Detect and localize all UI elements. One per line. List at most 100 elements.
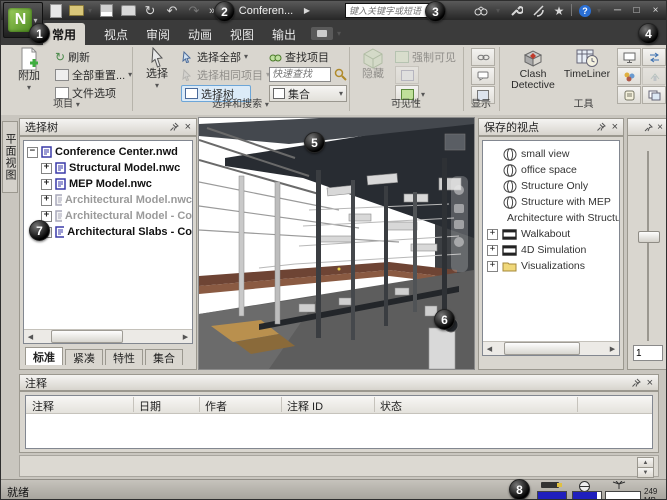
undo-button[interactable]: ↶ (163, 2, 181, 19)
links-button[interactable] (471, 48, 495, 66)
horizontal-scrollbar[interactable]: ◀ ▶ (24, 329, 192, 343)
batch-utility-button[interactable] (642, 67, 666, 85)
expand-icon[interactable]: + (487, 229, 498, 240)
tab-view[interactable]: 视图 (221, 23, 263, 45)
close-button[interactable]: × (647, 3, 664, 17)
find-dropdown-caret[interactable]: ▾ (493, 2, 503, 19)
scroll-left-icon[interactable]: ◀ (24, 330, 37, 343)
tilt-value-input[interactable] (633, 345, 663, 361)
slider-handle[interactable] (638, 231, 660, 243)
minimize-button[interactable]: ─ (609, 3, 626, 17)
quick-find-input[interactable] (269, 67, 331, 82)
expand-icon[interactable]: + (487, 261, 498, 272)
plan-view-side-tab[interactable]: 平面视图 (2, 121, 18, 193)
tree-tab-compact[interactable]: 紧凑 (65, 349, 103, 365)
comments-panel-title[interactable]: 注释 × (19, 374, 659, 391)
select-all-button[interactable]: 选择全部▾ (181, 49, 248, 64)
compare-button[interactable] (642, 48, 666, 66)
expand-icon[interactable]: + (41, 163, 52, 174)
collapse-icon[interactable]: − (27, 147, 38, 158)
options-button[interactable] (506, 2, 526, 19)
redo-button[interactable]: ↷ (185, 2, 203, 19)
refresh-button[interactable]: ↻ (141, 2, 159, 19)
new-file-button[interactable] (47, 2, 65, 19)
tree-item[interactable]: + Architectural Slabs - Co (27, 224, 192, 240)
tilt-bar-title[interactable]: × (628, 119, 666, 136)
pin-icon[interactable] (631, 378, 641, 388)
pin-icon[interactable] (644, 123, 653, 132)
tree-item[interactable]: + Architectural Model.nwc (27, 192, 192, 208)
caret-down-icon[interactable]: ▾ (337, 29, 341, 38)
viewpoint-item[interactable]: office space (487, 162, 619, 178)
comments-table[interactable]: 注释 日期 作者 注释 ID 状态 (25, 395, 653, 449)
maximize-button[interactable]: □ (628, 3, 645, 17)
tree-tab-sets[interactable]: 集合 (145, 349, 183, 365)
select-button[interactable]: 选择▾ (139, 47, 175, 97)
saved-viewpoints-panel-title[interactable]: 保存的视点 × (478, 118, 624, 136)
viewpoint-item[interactable]: Architecture with Structur (487, 210, 619, 226)
tree-item[interactable]: + Structural Model.nwc (27, 160, 192, 176)
print-button[interactable] (119, 2, 137, 19)
viewpoint-item[interactable]: Structure Only (487, 178, 619, 194)
help-button[interactable]: ? (577, 2, 593, 19)
open-dropdown-caret[interactable]: ▾ (85, 2, 95, 19)
slider-track[interactable] (647, 151, 649, 341)
horizontal-scrollbar[interactable]: ◀ ▶ (483, 341, 619, 355)
scroll-left-icon[interactable]: ◀ (483, 342, 496, 355)
tab-output[interactable]: 输出 (263, 23, 305, 45)
saved-viewpoints-view[interactable]: small view office space Structure Only S… (482, 140, 620, 356)
append-button[interactable]: 附加▾ (7, 47, 51, 97)
presenter-button[interactable] (617, 48, 641, 66)
reset-all-button[interactable]: 全部重置...▾ (55, 67, 132, 82)
timeliner-button[interactable]: TimeLiner (561, 47, 613, 97)
scroll-down-button[interactable]: ▼ (637, 467, 654, 478)
viewpoint-item[interactable]: small view (487, 146, 619, 162)
save-button[interactable] (97, 2, 115, 19)
render-style-button[interactable] (311, 27, 333, 40)
close-icon[interactable]: × (657, 122, 663, 133)
column-header[interactable]: 注释 (32, 398, 54, 414)
tree-item[interactable]: + MEP Model.nwc (27, 176, 192, 192)
close-icon[interactable]: × (612, 121, 618, 133)
selection-tree-panel-title[interactable]: 选择树 × (19, 118, 197, 136)
viewpoint-item[interactable]: Structure with MEP (487, 194, 619, 210)
column-header[interactable]: 注释 ID (287, 398, 323, 414)
scrollbar-thumb[interactable] (504, 342, 580, 355)
refresh-model-button[interactable]: ↻刷新 (55, 49, 90, 64)
tree-tab-properties[interactable]: 特性 (105, 349, 143, 365)
column-header[interactable]: 状态 (380, 398, 402, 414)
expand-icon[interactable]: + (487, 245, 498, 256)
hide-button[interactable]: 隐藏 (355, 47, 391, 97)
scrollbar-thumb[interactable] (51, 330, 123, 343)
viewpoint-folder-item[interactable]: + Walkabout (487, 226, 619, 242)
column-header[interactable]: 作者 (205, 398, 227, 414)
communication-center-button[interactable] (528, 2, 548, 19)
tree-item[interactable]: − Conference Center.nwd (27, 144, 192, 160)
tree-item[interactable]: + Architectural Model - Co (27, 208, 192, 224)
animator-button[interactable] (617, 67, 641, 85)
help-dropdown-caret[interactable]: ▾ (594, 2, 604, 19)
pin-icon[interactable] (169, 122, 179, 132)
viewpoint-folder-item[interactable]: + 4D Simulation (487, 242, 619, 258)
pin-icon[interactable] (596, 122, 606, 132)
magnifier-icon[interactable] (334, 68, 347, 81)
hide-unselected-button[interactable] (395, 66, 419, 84)
select-same-button[interactable]: 选择相同项目▾ (181, 67, 270, 82)
tab-viewpoint[interactable]: 视点 (95, 23, 137, 45)
open-file-button[interactable] (67, 2, 85, 19)
expand-icon[interactable]: + (41, 179, 52, 190)
search-find-button[interactable] (471, 2, 491, 19)
clash-detective-button[interactable]: Clash Detective (507, 47, 559, 97)
group-label-select-search[interactable]: 选择和搜索 ▾ (132, 98, 349, 111)
viewpoint-folder-item[interactable]: + Visualizations (487, 258, 619, 274)
column-header[interactable]: 日期 (139, 398, 161, 414)
group-label-project[interactable]: 项目 ▾ (1, 98, 132, 111)
tab-review[interactable]: 审阅 (137, 23, 179, 45)
quick-properties-button[interactable] (471, 67, 495, 85)
require-button[interactable]: 强制可见 (395, 49, 456, 64)
expand-icon[interactable]: + (41, 195, 52, 206)
scroll-right-icon[interactable]: ▶ (179, 330, 192, 343)
favorites-button[interactable]: ★ (550, 2, 568, 19)
3d-viewport[interactable] (198, 117, 475, 370)
close-icon[interactable]: × (647, 377, 653, 389)
